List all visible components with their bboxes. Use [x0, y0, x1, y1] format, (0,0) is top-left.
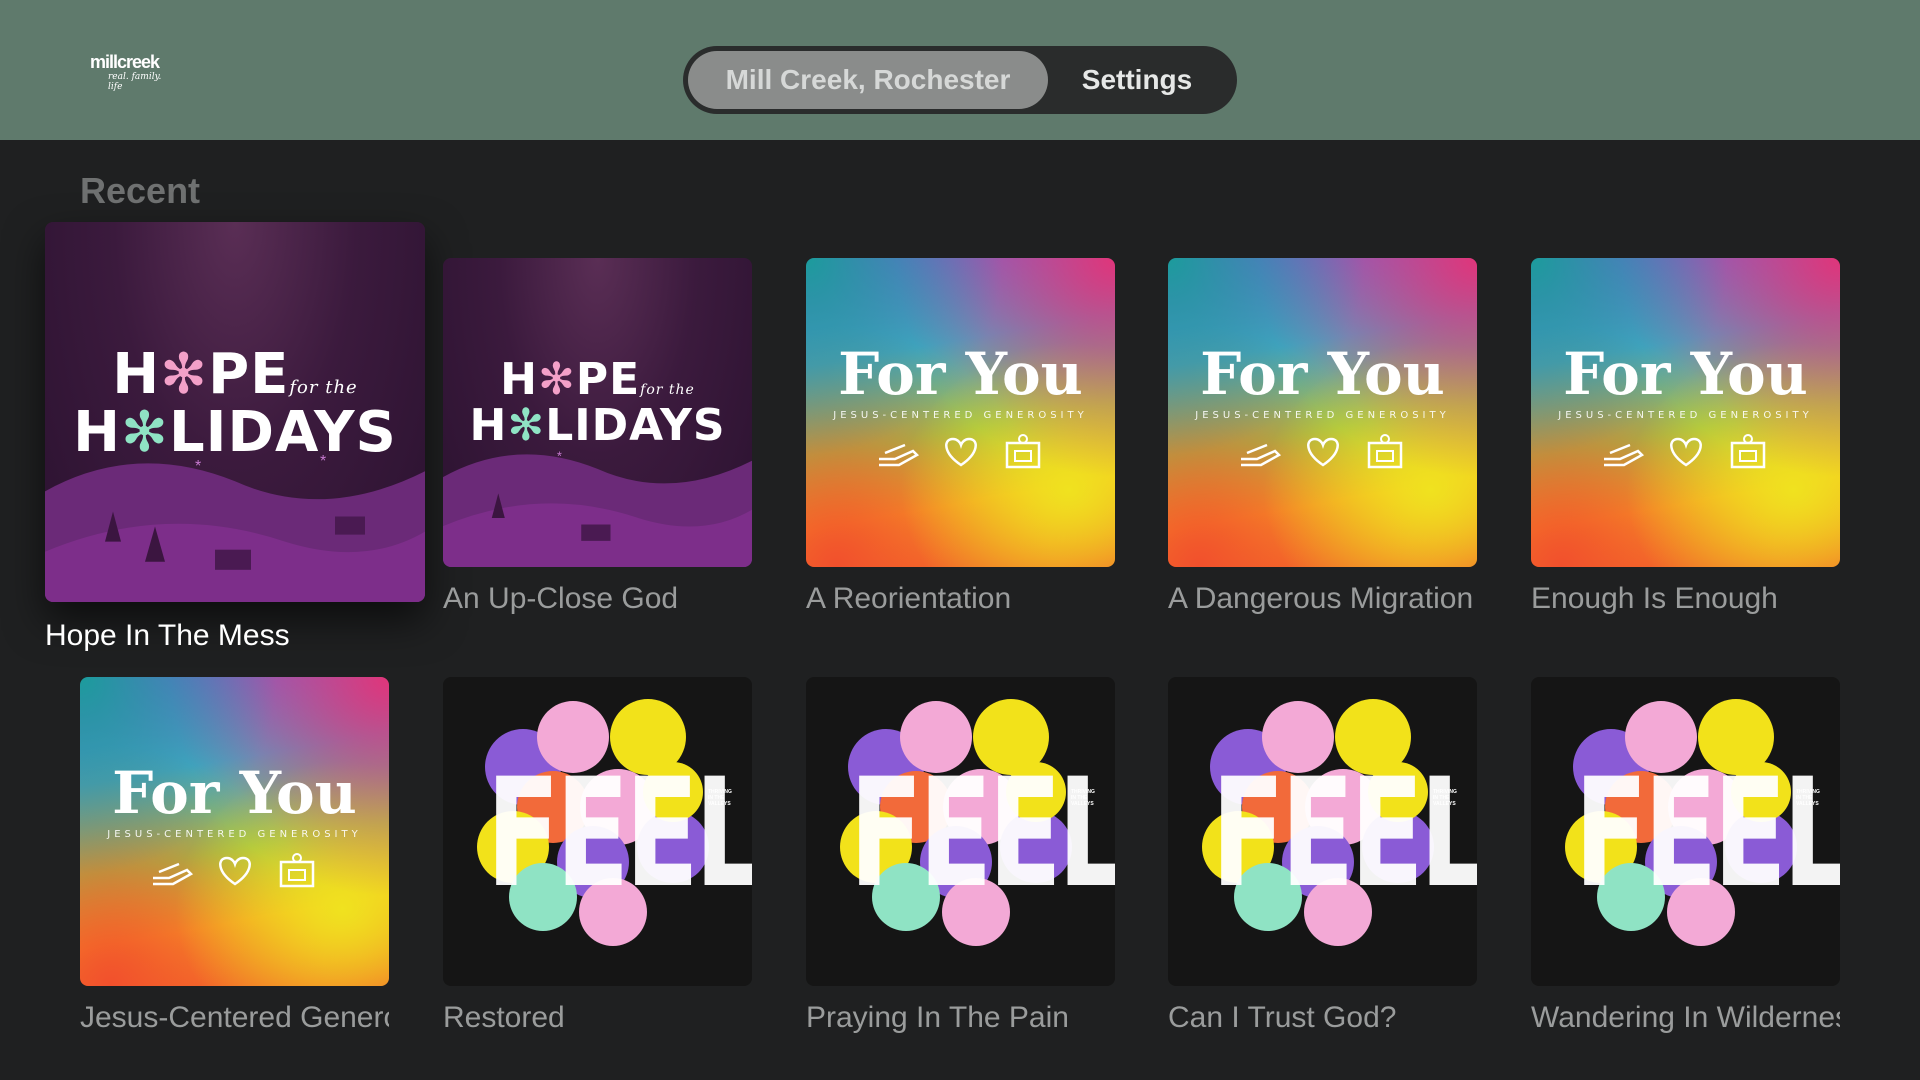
millcreek-logo: millcreek real. family. life: [90, 52, 164, 92]
media-tile-praying-in-the-pain[interactable]: FEELS THRIVING IN THE VALLEYS Praying In…: [806, 677, 1115, 1037]
artwork-for-you: For You JESUS-CENTERED GENEROSITY: [806, 258, 1115, 567]
register-icon: [1367, 434, 1402, 469]
heart-gift-icon: [218, 856, 251, 886]
artwork-feels: FEELS THRIVING IN THE VALLEYS: [1168, 677, 1477, 986]
artwork-for-you: For You JESUS-CENTERED GENEROSITY: [80, 677, 389, 986]
tile-title: Can I Trust God?: [1168, 1001, 1397, 1034]
artwork-subtitle: JESUS-CENTERED GENEROSITY: [107, 829, 362, 840]
media-tile-a-reorientation[interactable]: For You JESUS-CENTERED GENEROSITY A Reor…: [806, 258, 1115, 618]
tile-title: A Dangerous Migration: [1168, 582, 1474, 615]
logo-wordmark: millcreek: [90, 52, 160, 72]
tile-title: Hope In The Mess: [45, 619, 290, 652]
artwork-for-you: For You JESUS-CENTERED GENEROSITY: [1531, 258, 1840, 567]
tab-settings[interactable]: Settings: [1048, 51, 1226, 109]
media-tile-wandering-in-wilderness[interactable]: FEELS THRIVING IN THE VALLEYS Wandering …: [1531, 677, 1840, 1037]
snowy-hills-illustration: *: [443, 449, 752, 567]
artwork-tagline: THRIVING IN THE VALLEYS: [708, 789, 732, 807]
media-tile-hope-in-the-mess[interactable]: H✻PEfor the H✻LIDAYS * * Hope In The Mes…: [45, 222, 425, 662]
artwork-subtitle: JESUS-CENTERED GENEROSITY: [833, 410, 1088, 421]
artwork-title: FEELS: [1211, 747, 1477, 921]
artwork-title: FEELS: [486, 747, 752, 921]
tile-title: An Up-Close God: [443, 582, 679, 615]
tab-mill-creek-rochester[interactable]: Mill Creek, Rochester: [688, 51, 1048, 109]
heart-gift-icon: [944, 437, 977, 467]
tile-title: Enough Is Enough: [1531, 582, 1778, 615]
top-bar: millcreek real. family. life Mill Creek,…: [0, 0, 1920, 140]
artwork-feels: FEELS THRIVING IN THE VALLEYS: [806, 677, 1115, 986]
artwork-feels: FEELS THRIVING IN THE VALLEYS: [443, 677, 752, 986]
tile-title: Jesus-Centered Generosity: [80, 1001, 389, 1034]
tile-title: Praying In The Pain: [806, 1001, 1069, 1034]
tile-title: Wandering In Wilderness: [1531, 1001, 1840, 1034]
artwork-title-line1: H✻PEfor the: [500, 354, 695, 405]
svg-text:*: *: [195, 457, 201, 475]
artwork-hope-for-the-holidays: H✻PEfor the H✻LIDAYS *: [443, 258, 752, 567]
artwork-subtitle: JESUS-CENTERED GENEROSITY: [1195, 410, 1450, 421]
artwork-tagline: THRIVING IN THE VALLEYS: [1433, 789, 1457, 807]
register-icon: [1005, 434, 1040, 469]
heart-gift-icon: [1306, 437, 1339, 467]
giving-hand-icon: [1603, 443, 1644, 467]
register-icon: [1730, 434, 1765, 469]
media-tile-a-dangerous-migration[interactable]: For You JESUS-CENTERED GENEROSITY A Dang…: [1168, 258, 1477, 618]
heart-gift-icon: [1669, 437, 1702, 467]
snowy-hills-illustration: * *: [45, 452, 425, 602]
artwork-title-line1: H✻PEfor the: [112, 342, 358, 407]
media-tile-can-i-trust-god[interactable]: FEELS THRIVING IN THE VALLEYS Can I Trus…: [1168, 677, 1477, 1037]
artwork-title: For You: [1563, 340, 1808, 408]
artwork-tagline: THRIVING IN THE VALLEYS: [1796, 789, 1820, 807]
artwork-for-you: For You JESUS-CENTERED GENEROSITY: [1168, 258, 1477, 567]
section-title-recent: Recent: [80, 170, 201, 211]
artwork-subtitle: JESUS-CENTERED GENEROSITY: [1558, 410, 1813, 421]
logo-tagline: real. family. life: [108, 72, 162, 92]
svg-text:*: *: [320, 452, 326, 470]
top-tab-bar: Mill Creek, Rochester Settings: [683, 46, 1237, 114]
svg-text:*: *: [557, 449, 562, 464]
giving-hand-icon: [878, 443, 919, 467]
artwork-tagline: THRIVING IN THE VALLEYS: [1071, 789, 1095, 807]
artwork-hope-for-the-holidays: H✻PEfor the H✻LIDAYS * *: [45, 222, 425, 602]
giving-hand-icon: [1240, 443, 1281, 467]
artwork-title: For You: [1200, 340, 1445, 408]
giving-hand-icon: [152, 862, 193, 886]
tile-title: Restored: [443, 1001, 565, 1034]
media-tile-an-up-close-god[interactable]: H✻PEfor the H✻LIDAYS * An Up-Close God: [443, 258, 752, 618]
register-icon: [279, 853, 314, 888]
artwork-title: For You: [838, 340, 1083, 408]
tile-title: A Reorientation: [806, 582, 1012, 615]
artwork-feels: FEELS THRIVING IN THE VALLEYS: [1531, 677, 1840, 986]
artwork-title: For You: [112, 759, 357, 827]
media-tile-jesus-centered-generosity[interactable]: For You JESUS-CENTERED GENEROSITY Jesus-…: [80, 677, 389, 1037]
artwork-title: FEELS: [849, 747, 1115, 921]
media-tile-restored[interactable]: FEELS THRIVING IN THE VALLEYS Restored: [443, 677, 752, 1037]
media-tile-enough-is-enough[interactable]: For You JESUS-CENTERED GENEROSITY Enough…: [1531, 258, 1840, 618]
artwork-title: FEELS: [1574, 747, 1840, 921]
